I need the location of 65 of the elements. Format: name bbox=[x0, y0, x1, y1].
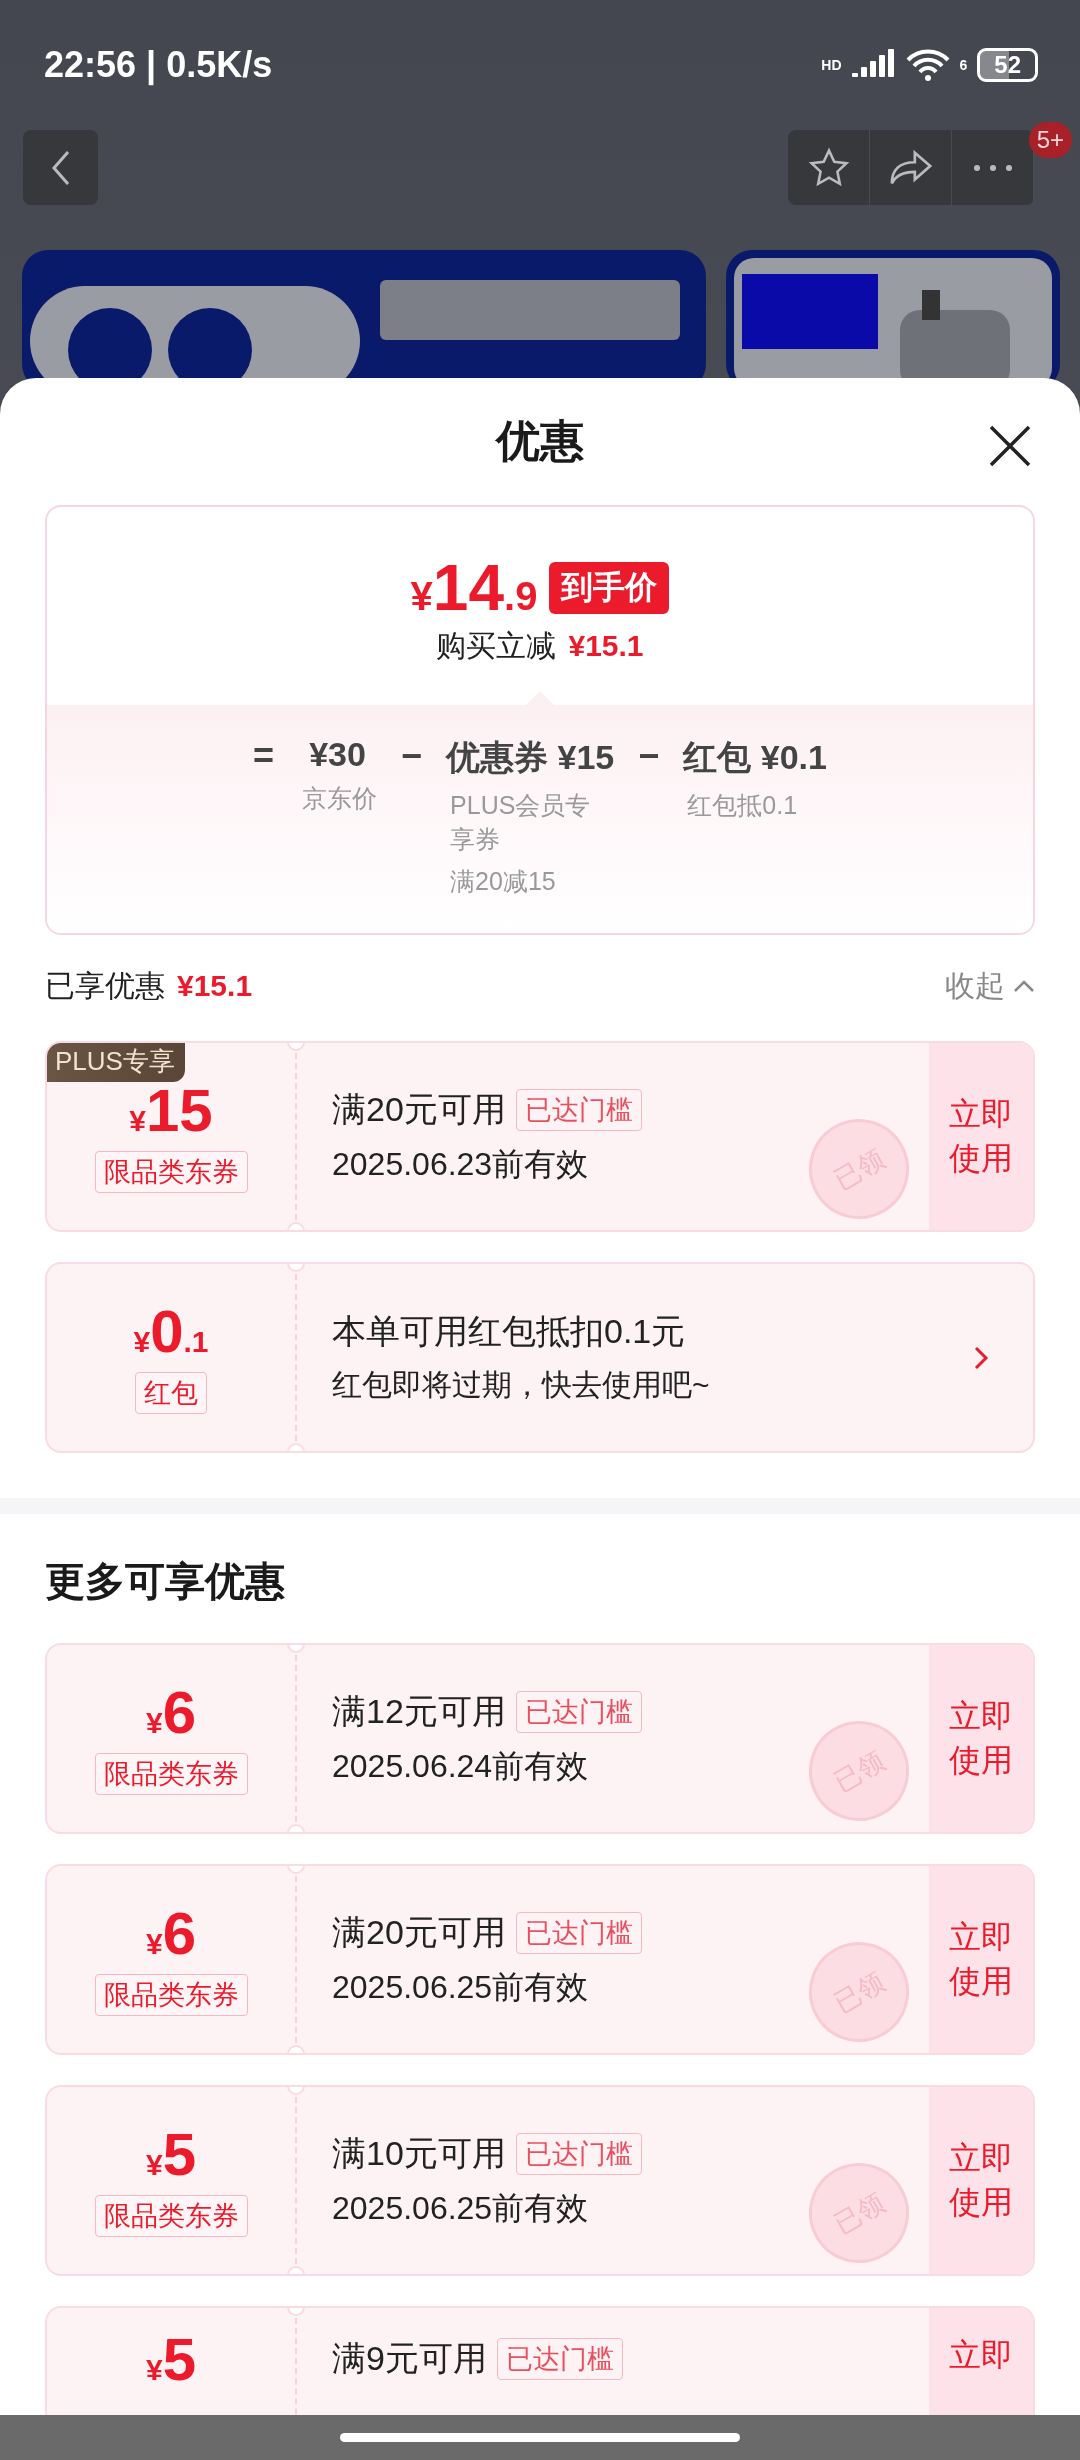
coupon-amount: ¥15 bbox=[129, 1080, 213, 1141]
formula-note: PLUS会员专享券 bbox=[449, 790, 592, 855]
use-now-button[interactable]: 立即使用 bbox=[929, 1645, 1033, 1832]
coupon-card[interactable]: ¥5 满9元可用 已达门槛 立即 bbox=[45, 2306, 1035, 2415]
use-now-button[interactable]: 立即使用 bbox=[929, 2087, 1033, 2274]
section-amount: ¥15.1 bbox=[177, 969, 253, 1003]
voucher-amount: ¥0.1 bbox=[133, 1301, 209, 1362]
coupon-condition: 满20元可用 bbox=[332, 1088, 506, 1130]
discount-label: 购买立减 bbox=[436, 627, 557, 664]
back-button[interactable] bbox=[23, 130, 98, 205]
coupon-condition: 满20元可用 bbox=[332, 1911, 506, 1953]
formula-value: 红包 ¥0.1 bbox=[683, 737, 827, 778]
threshold-tag: 已达门槛 bbox=[515, 1088, 642, 1131]
coupon-condition: 满10元可用 bbox=[332, 2132, 506, 2174]
coupon-type-tag: 限品类东券 bbox=[94, 2194, 248, 2237]
coupon-amount: ¥5 bbox=[145, 2124, 197, 2185]
use-now-button[interactable]: 立即 bbox=[929, 2308, 1033, 2415]
formula-note: 满20减15 bbox=[449, 865, 557, 897]
battery-icon: 52 bbox=[977, 48, 1038, 82]
formula-value: ¥30 bbox=[309, 735, 366, 774]
coupon-expiry: 2025.06.25前有效 bbox=[332, 1967, 589, 2007]
formula-note: 京东价 bbox=[301, 783, 378, 814]
voucher-title: 本单可用红包抵扣0.1元 bbox=[332, 1311, 686, 1352]
wifi-label: 6 bbox=[959, 57, 968, 73]
status-time: 22:56 | 0.5K/s bbox=[44, 44, 273, 86]
coupon-type-tag: 限品类东券 bbox=[94, 1752, 248, 1795]
use-now-button[interactable]: 立即使用 bbox=[929, 1043, 1033, 1230]
coupon-expiry: 2025.06.24前有效 bbox=[332, 1746, 589, 1786]
coupon-amount: ¥5 bbox=[145, 2330, 197, 2390]
coupon-type-tag: 限品类东券 bbox=[94, 1150, 248, 1193]
section-label: 已享优惠 bbox=[45, 967, 165, 1004]
more-icon bbox=[972, 163, 1013, 172]
coupon-expiry: 2025.06.25前有效 bbox=[332, 2188, 589, 2228]
discount-value: ¥15.1 bbox=[568, 629, 644, 663]
coupon-amount: ¥6 bbox=[145, 1903, 197, 1964]
formula-value: 优惠券 ¥15 bbox=[446, 737, 615, 778]
sheet-title: 优惠 bbox=[496, 415, 584, 467]
coupon-amount: ¥6 bbox=[145, 1682, 197, 1743]
threshold-tag: 已达门槛 bbox=[515, 2132, 642, 2175]
threshold-tag: 已达门槛 bbox=[515, 1911, 642, 1954]
chevron-up-icon bbox=[1013, 979, 1035, 993]
network-label: HD bbox=[821, 57, 842, 73]
wifi-icon bbox=[905, 48, 950, 82]
section-title: 更多可享优惠 bbox=[45, 1558, 286, 1605]
voucher-subtitle: 红包即将过期，快去使用吧~ bbox=[332, 1367, 710, 1403]
formula-operator: = bbox=[253, 735, 275, 777]
formula-operator: − bbox=[401, 735, 423, 777]
threshold-tag: 已达门槛 bbox=[496, 2338, 623, 2380]
coupon-condition: 满12元可用 bbox=[332, 1690, 506, 1732]
notification-badge: 5+ bbox=[1028, 122, 1072, 158]
use-now-button[interactable]: 立即使用 bbox=[929, 1866, 1033, 2053]
coupon-type-tag: 限品类东券 bbox=[94, 1973, 248, 2016]
voucher-card[interactable]: ¥0.1 红包 本单可用红包抵扣0.1元 红包即将过期，快去使用吧~ bbox=[45, 1262, 1035, 1453]
collapse-toggle[interactable]: 收起 bbox=[945, 965, 1035, 1007]
chevron-icon[interactable] bbox=[973, 1344, 989, 1371]
formula-operator: − bbox=[638, 735, 660, 777]
coupon-expiry: 2025.06.23前有效 bbox=[332, 1144, 589, 1184]
final-price: ¥14.9 bbox=[410, 555, 538, 620]
plus-badge: PLUS专享 bbox=[47, 1043, 185, 1082]
voucher-type-tag: 红包 bbox=[135, 1371, 207, 1414]
threshold-tag: 已达门槛 bbox=[515, 1690, 642, 1733]
final-price-tag: 到手价 bbox=[549, 561, 670, 614]
coupon-condition: 满9元可用 bbox=[332, 2338, 487, 2379]
back-icon bbox=[49, 148, 72, 187]
formula-note: 红包抵0.1 bbox=[686, 790, 799, 821]
